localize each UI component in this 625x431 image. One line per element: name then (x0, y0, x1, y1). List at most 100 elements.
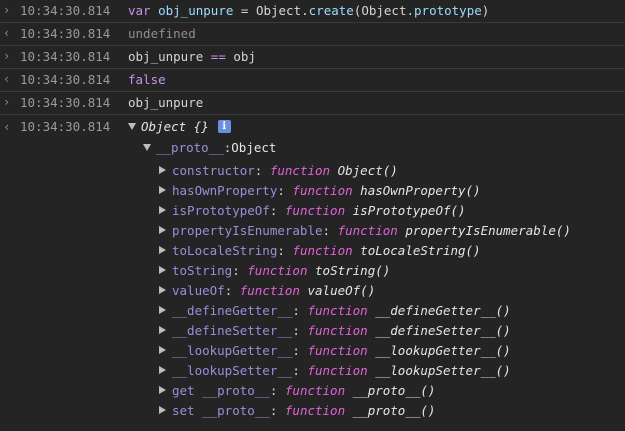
expanded-triangle-icon[interactable] (143, 144, 151, 151)
console-command: obj_unpure == obj (128, 49, 256, 64)
timestamp: 10:34:30.814 (20, 49, 111, 64)
property-name: toString (172, 262, 233, 278)
property-name: toLocaleString (172, 242, 278, 258)
function-keyword: function (307, 362, 368, 378)
function-keyword: function (307, 342, 368, 358)
expanded-triangle-icon[interactable] (128, 123, 136, 130)
function-signature: Object() (337, 162, 398, 178)
code-token: (Object. (353, 3, 415, 18)
property-name: set __proto__ (172, 402, 270, 418)
property-name: __defineGetter__ (172, 302, 293, 318)
console-result-entry: ‹ 10:34:30.814 Object {} i __proto__: Ob… (0, 116, 625, 431)
property-row[interactable]: propertyIsEnumerable: function propertyI… (159, 220, 571, 240)
property-row[interactable]: valueOf: function valueOf() (159, 280, 571, 300)
property-row[interactable]: hasOwnProperty: function hasOwnProperty(… (159, 180, 571, 200)
property-row[interactable]: set __proto__: function __proto__() (159, 400, 571, 420)
input-prompt-icon: › (3, 49, 11, 63)
info-icon[interactable]: i (217, 120, 231, 133)
property-row[interactable]: isPrototypeOf: function isPrototypeOf() (159, 200, 571, 220)
function-signature: valueOf() (307, 282, 376, 298)
collapsed-triangle-icon[interactable] (159, 406, 166, 414)
timestamp: 10:34:30.814 (20, 95, 111, 110)
object-root-toggle[interactable]: Object {} i (128, 119, 231, 134)
property-row[interactable]: constructor: function Object() (159, 160, 571, 180)
code-token: obj_unpure (128, 95, 204, 110)
property-row[interactable]: __defineSetter__: function __defineSette… (159, 320, 571, 340)
console-result-value: false (128, 72, 166, 87)
code-token: create (308, 3, 354, 18)
code-token: obj (233, 49, 256, 64)
collapsed-triangle-icon[interactable] (159, 346, 166, 354)
collapsed-triangle-icon[interactable] (159, 186, 166, 194)
console-command: var obj_unpure = Object.create(Object.pr… (128, 3, 489, 18)
property-list: constructor: function Object() hasOwnProp… (159, 160, 571, 420)
proto-toggle[interactable]: __proto__: Object (143, 140, 276, 155)
console-command: obj_unpure (128, 95, 203, 110)
property-name: propertyIsEnumerable (172, 222, 323, 238)
input-prompt-icon: › (3, 3, 11, 17)
code-token: = Object. (233, 3, 309, 18)
function-signature: __lookupGetter__() (375, 342, 511, 358)
input-prompt-icon: › (3, 95, 11, 109)
object-title: Object {} (141, 119, 209, 134)
collapsed-triangle-icon[interactable] (159, 266, 166, 274)
collapsed-triangle-icon[interactable] (159, 286, 166, 294)
collapsed-triangle-icon[interactable] (159, 166, 166, 174)
output-prompt-icon: ‹ (3, 119, 11, 134)
function-keyword: function (284, 382, 346, 398)
function-signature: __proto__() (352, 382, 436, 398)
code-token: == (203, 49, 234, 64)
code-token: var (128, 3, 151, 18)
function-signature: isPrototypeOf() (352, 202, 466, 218)
console-output-line: ‹ 10:34:30.814 false (0, 69, 625, 92)
collapsed-triangle-icon[interactable] (159, 306, 166, 314)
function-signature: __lookupSetter__() (375, 362, 511, 378)
function-signature: hasOwnProperty() (360, 182, 481, 198)
output-prompt-icon: ‹ (3, 72, 11, 86)
function-keyword: function (292, 182, 353, 198)
property-row[interactable]: get __proto__: function __proto__() (159, 380, 571, 400)
function-keyword: function (239, 282, 300, 298)
property-row[interactable]: toString: function toString() (159, 260, 571, 280)
console-output-line: ‹ 10:34:30.814 undefined (0, 23, 625, 46)
property-name: valueOf (172, 282, 225, 298)
function-signature: __proto__() (352, 402, 436, 418)
timestamp: 10:34:30.814 (20, 72, 111, 87)
function-keyword: function (269, 162, 331, 178)
function-signature: __defineSetter__() (375, 322, 511, 338)
output-prompt-icon: ‹ (3, 26, 11, 40)
function-signature: toLocaleString() (360, 242, 481, 258)
property-name: __lookupSetter__ (172, 362, 293, 378)
proto-label: __proto__ (156, 140, 224, 155)
collapsed-triangle-icon[interactable] (159, 206, 166, 214)
console-input-line: › 10:34:30.814 var obj_unpure = Object.cre… (0, 0, 625, 23)
timestamp: 10:34:30.814 (20, 3, 111, 18)
property-row[interactable]: __lookupGetter__: function __lookupGette… (159, 340, 571, 360)
function-signature: __defineGetter__() (375, 302, 511, 318)
proto-value: Object (231, 140, 277, 155)
timestamp: 10:34:30.814 (20, 26, 111, 41)
devtools-console: › 10:34:30.814 var obj_unpure = Object.cre… (0, 0, 625, 431)
property-row[interactable]: __lookupSetter__: function __lookupSette… (159, 360, 571, 380)
function-keyword: function (337, 222, 398, 238)
collapsed-triangle-icon[interactable] (159, 386, 166, 394)
property-name: constructor (172, 162, 255, 178)
collapsed-triangle-icon[interactable] (159, 326, 166, 334)
code-token: prototype (414, 3, 482, 18)
function-keyword: function (292, 242, 353, 258)
code-token: obj_unpure (158, 3, 234, 18)
collapsed-triangle-icon[interactable] (159, 366, 166, 374)
property-row[interactable]: toLocaleString: function toLocaleString(… (159, 240, 571, 260)
property-row[interactable]: __defineGetter__: function __defineGette… (159, 300, 571, 320)
console-result-value: undefined (128, 26, 196, 41)
function-keyword: function (284, 202, 346, 218)
console-input-line: › 10:34:30.814 obj_unpure (0, 92, 625, 115)
code-token: ) (481, 3, 490, 18)
function-keyword: function (284, 402, 346, 418)
collapsed-triangle-icon[interactable] (159, 226, 166, 234)
function-signature: propertyIsEnumerable() (405, 222, 571, 238)
collapsed-triangle-icon[interactable] (159, 246, 166, 254)
console-input-line: › 10:34:30.814 obj_unpure == obj (0, 46, 625, 69)
property-name: __lookupGetter__ (172, 342, 293, 358)
